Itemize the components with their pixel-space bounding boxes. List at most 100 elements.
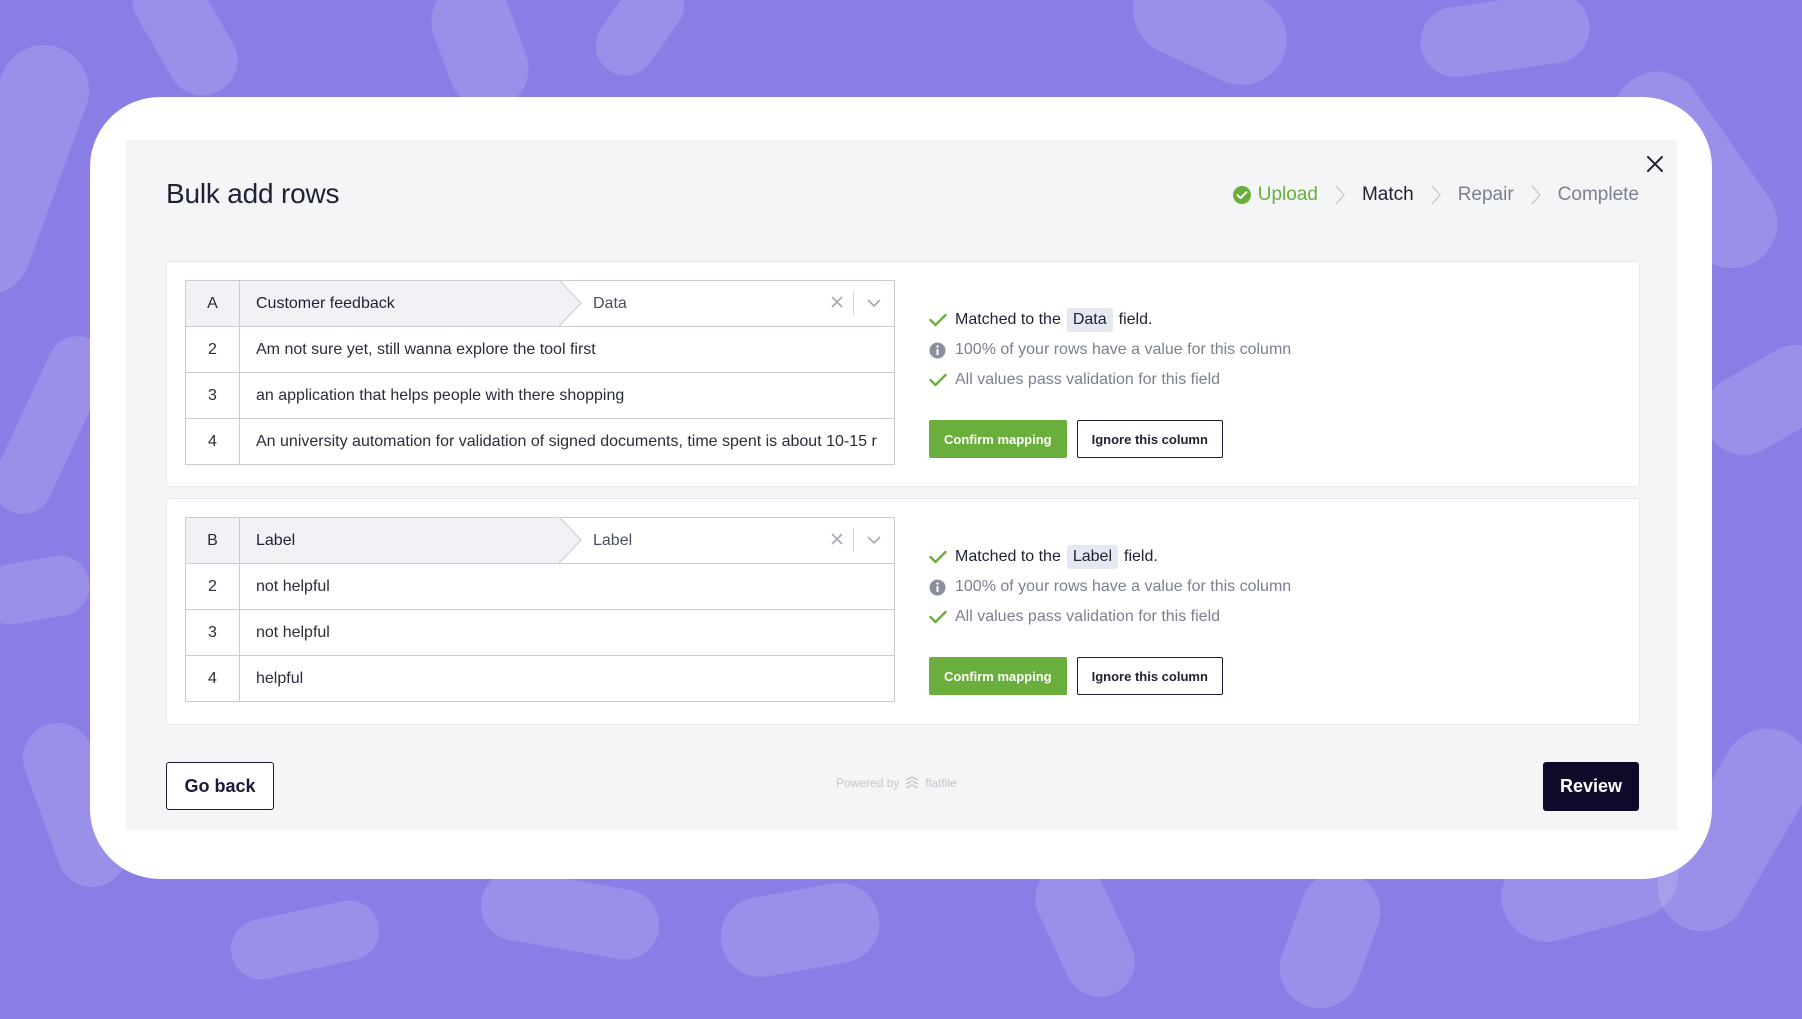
confirm-mapping-button[interactable]: Confirm mapping [929, 420, 1067, 458]
column-header-row: A Customer feedback Data [186, 280, 894, 326]
flatfile-logo-icon [906, 776, 919, 789]
matched-line: Matched to the Data field. [929, 305, 1291, 335]
step-upload[interactable]: Upload [1232, 184, 1318, 206]
row-number: 3 [186, 610, 240, 655]
ignore-column-button[interactable]: Ignore this column [1076, 420, 1223, 458]
match-status: Matched to the Data field. 100% of your … [929, 305, 1291, 458]
cell-value: an application that helps people with th… [256, 386, 625, 404]
step-repair[interactable]: Repair [1458, 184, 1514, 206]
matched-suffix: field. [1118, 311, 1153, 328]
chevron-right-icon [1514, 184, 1558, 206]
background-shape [1415, 0, 1595, 82]
check-icon [929, 373, 955, 387]
column-header-row: B Label Label [186, 517, 894, 563]
background-shape [1268, 860, 1392, 1019]
row-number: 2 [186, 564, 240, 609]
field-select-value: Label [593, 531, 633, 549]
matched-field-pill: Label [1066, 545, 1118, 569]
column-mapping-panel: B Label Label 2 not helpful 3 not helpfu… [166, 498, 1640, 725]
validation-text: All values pass validation for this fiel… [955, 371, 1221, 388]
row-number: 3 [186, 373, 240, 418]
chevron-right-icon [1414, 184, 1458, 206]
background-shape [119, 0, 251, 109]
matched-prefix: Matched to the [955, 311, 1061, 328]
column-preview-table: B Label Label 2 not helpful 3 not helpfu… [185, 517, 895, 702]
validation-text: All values pass validation for this fiel… [955, 608, 1221, 625]
mapping-actions: Confirm mapping Ignore this column [929, 420, 1291, 458]
check-icon [929, 313, 955, 327]
confirm-mapping-button[interactable]: Confirm mapping [929, 657, 1067, 695]
background-shape [0, 550, 95, 630]
source-column-label: Label [256, 531, 296, 549]
go-back-button[interactable]: Go back [166, 762, 274, 810]
column-letter: A [186, 281, 240, 326]
cell-value: not helpful [256, 577, 330, 595]
step-match[interactable]: Match [1362, 184, 1414, 206]
review-button[interactable]: Review [1543, 762, 1639, 811]
source-column-name: Customer feedback [240, 281, 559, 326]
powered-by-text: Powered by [836, 776, 900, 790]
clear-icon[interactable] [830, 295, 844, 309]
check-circle-icon [1232, 186, 1251, 204]
info-icon [929, 342, 955, 359]
check-icon [929, 610, 955, 624]
background-shape [583, 0, 697, 88]
coverage-text: 100% of your rows have a value for this … [955, 341, 1292, 358]
table-row: 3 an application that helps people with … [186, 372, 894, 418]
field-select[interactable]: Label [558, 517, 894, 563]
arrow-separator [558, 280, 582, 326]
table-row: 3 not helpful [186, 609, 894, 655]
match-status: Matched to the Label field. 100% of your… [929, 542, 1291, 695]
chevron-down-icon[interactable] [866, 296, 882, 310]
background-shape [1118, 0, 1302, 100]
validation-line: All values pass validation for this fiel… [929, 602, 1291, 632]
divider [853, 291, 854, 315]
row-number: 2 [186, 327, 240, 372]
column-letter: B [186, 518, 240, 563]
table-row: 4 An university automation for validatio… [186, 418, 894, 464]
row-number: 4 [186, 656, 240, 701]
chevron-right-icon [1318, 184, 1362, 206]
table-row: 2 Am not sure yet, still wanna explore t… [186, 326, 894, 372]
validation-line: All values pass validation for this fiel… [929, 365, 1291, 395]
close-icon[interactable] [1643, 152, 1667, 176]
step-indicator: Upload Match Repair Complete [1232, 184, 1639, 206]
step-label: Upload [1257, 184, 1318, 205]
table-row: 2 not helpful [186, 563, 894, 609]
step-complete[interactable]: Complete [1558, 184, 1639, 206]
background-shape [0, 32, 102, 308]
mapping-actions: Confirm mapping Ignore this column [929, 657, 1291, 695]
ignore-column-button[interactable]: Ignore this column [1076, 657, 1223, 695]
field-select-value: Data [593, 294, 627, 312]
matched-line: Matched to the Label field. [929, 542, 1291, 572]
cell-value: helpful [256, 669, 304, 687]
bulk-add-rows-modal: Bulk add rows Upload Match Repair Comple… [126, 140, 1677, 830]
matched-prefix: Matched to the [955, 548, 1061, 565]
clear-icon[interactable] [830, 532, 844, 546]
background-shape [225, 895, 385, 985]
step-label: Complete [1557, 184, 1639, 205]
chevron-down-icon[interactable] [866, 533, 882, 547]
source-column-label: Customer feedback [256, 294, 395, 312]
background-shape [714, 876, 886, 984]
field-select[interactable]: Data [558, 280, 894, 326]
coverage-text: 100% of your rows have a value for this … [955, 578, 1292, 595]
check-icon [929, 550, 955, 564]
powered-by: Powered by flatfile [836, 776, 957, 790]
arrow-separator [558, 517, 582, 563]
divider [853, 528, 854, 552]
info-icon [929, 579, 955, 596]
row-number: 4 [186, 419, 240, 464]
cell-value: An university automation for validation … [256, 432, 877, 450]
modal-title: Bulk add rows [166, 178, 340, 209]
coverage-line: 100% of your rows have a value for this … [929, 335, 1291, 365]
source-column-name: Label [240, 518, 559, 563]
background-shape [475, 864, 665, 966]
step-label: Repair [1457, 184, 1514, 205]
coverage-line: 100% of your rows have a value for this … [929, 572, 1291, 602]
matched-suffix: field. [1124, 548, 1158, 565]
step-label: Match [1361, 184, 1414, 205]
table-row: 4 helpful [186, 655, 894, 701]
column-mapping-panel: A Customer feedback Data 2 Am not sure y… [166, 261, 1640, 487]
cell-value: not helpful [256, 623, 330, 641]
